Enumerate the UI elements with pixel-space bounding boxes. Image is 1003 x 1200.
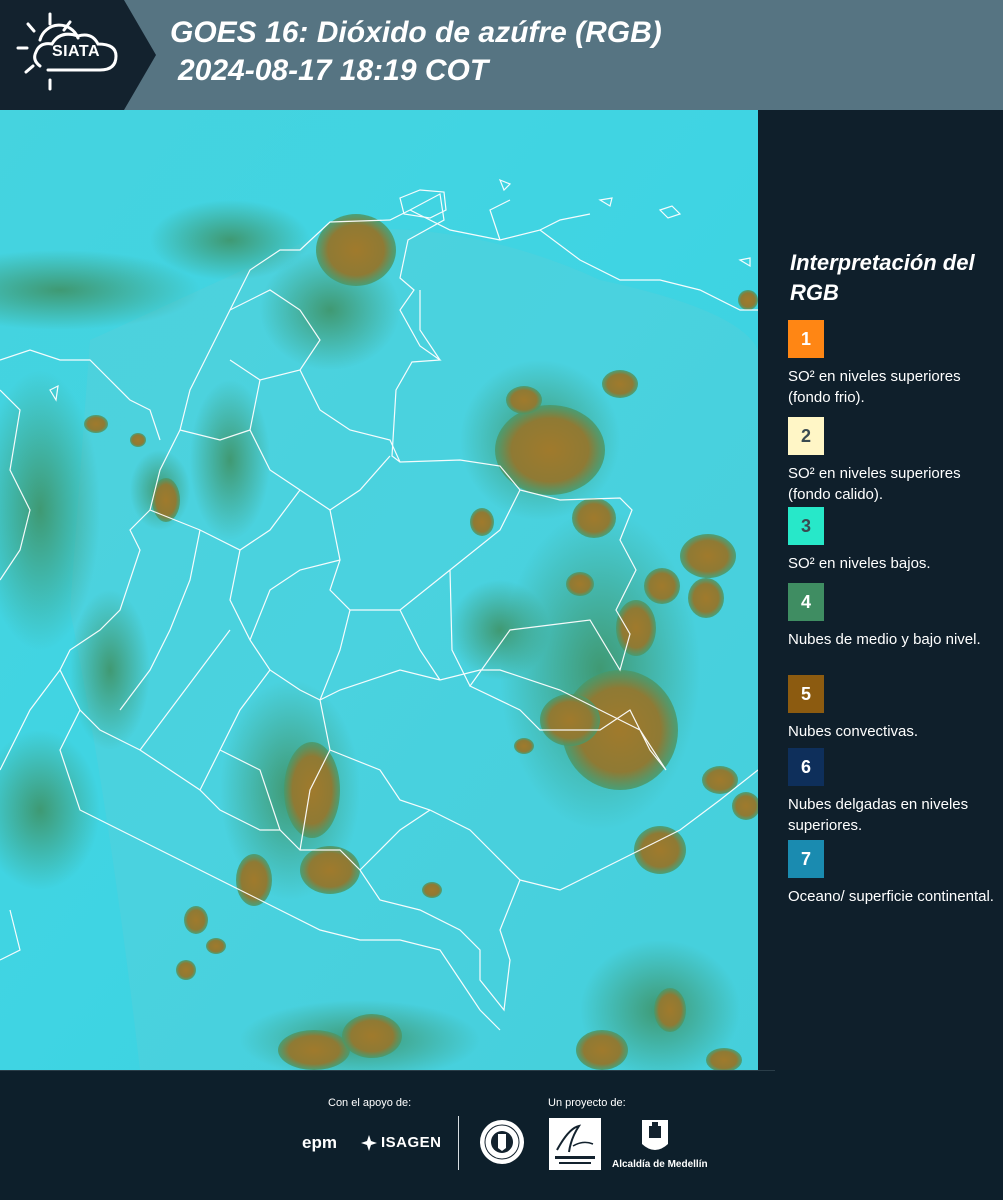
project-label: Un proyecto de:: [548, 1097, 626, 1109]
page-timestamp: 2024-08-17 18:19 COT: [178, 54, 489, 87]
legend-label-2: SO² en niveles superiores (fondo calido)…: [788, 465, 961, 503]
isagen-logo-icon: [361, 1135, 377, 1151]
satellite-map[interactable]: [0, 110, 758, 1070]
epm-logo[interactable]: epm: [302, 1133, 337, 1153]
legend-swatch-7: 7: [788, 840, 824, 878]
alcaldia-medellin-logo-icon[interactable]: [640, 1118, 670, 1156]
medellin-seal-icon[interactable]: [478, 1118, 526, 1166]
legend-swatch-6: 6: [788, 748, 824, 786]
legend-label-3: SO² en niveles bajos.: [788, 555, 931, 572]
legend-label-6: Nubes delgadas en niveles superiores.: [788, 796, 969, 834]
header-bar: SIATA GOES 16: Dióxido de azúfre (RGB) 2…: [0, 0, 1003, 110]
alcaldia-logo-text: Alcaldía de Medellín: [612, 1159, 708, 1170]
legend-swatch-2: 2: [788, 417, 824, 455]
area-metropolitana-logo-icon[interactable]: [549, 1118, 601, 1170]
isagen-logo[interactable]: ISAGEN: [381, 1134, 442, 1151]
legend-item-1: 1 SO² en niveles superiores (fondo frio)…: [788, 320, 998, 408]
legend-label-5: Nubes convectivas.: [788, 723, 919, 740]
logo-text: SIATA: [51, 43, 101, 60]
legend-item-4: 4 Nubes de medio y bajo nivel.: [788, 583, 998, 650]
legend-swatch-4: 4: [788, 583, 824, 621]
legend-swatch-5: 5: [788, 675, 824, 713]
legend-swatch-3: 3: [788, 507, 824, 545]
legend-item-5: 5 Nubes convectivas.: [788, 675, 998, 742]
support-label: Con el apoyo de:: [328, 1097, 412, 1109]
legend-title: Interpretación del RGB: [790, 250, 975, 305]
legend-item-7: 7 Oceano/ superficie continental.: [788, 840, 998, 907]
legend-item-2: 2 SO² en niveles superiores (fondo calid…: [788, 417, 998, 505]
legend-item-6: 6 Nubes delgadas en niveles superiores.: [788, 748, 998, 836]
legend-panel: Interpretación del RGB 1 SO² en niveles …: [758, 110, 1003, 1070]
siata-logo[interactable]: SIATA: [0, 0, 156, 110]
legend-swatch-1: 1: [788, 320, 824, 358]
page-title: GOES 16: Dióxido de azúfre (RGB): [170, 16, 662, 49]
footer-divider-line: [0, 1070, 775, 1071]
footer: Con el apoyo de: Un proyecto de: epm ISA…: [0, 1070, 1003, 1200]
legend-label-4: Nubes de medio y bajo nivel.: [788, 631, 981, 648]
legend-label-1: SO² en niveles superiores (fondo frio).: [788, 368, 961, 406]
legend-label-7: Oceano/ superficie continental.: [788, 888, 994, 905]
satellite-map-image: [0, 110, 758, 1070]
footer-vertical-divider: [458, 1116, 459, 1170]
legend-item-3: 3 SO² en niveles bajos.: [788, 507, 998, 574]
